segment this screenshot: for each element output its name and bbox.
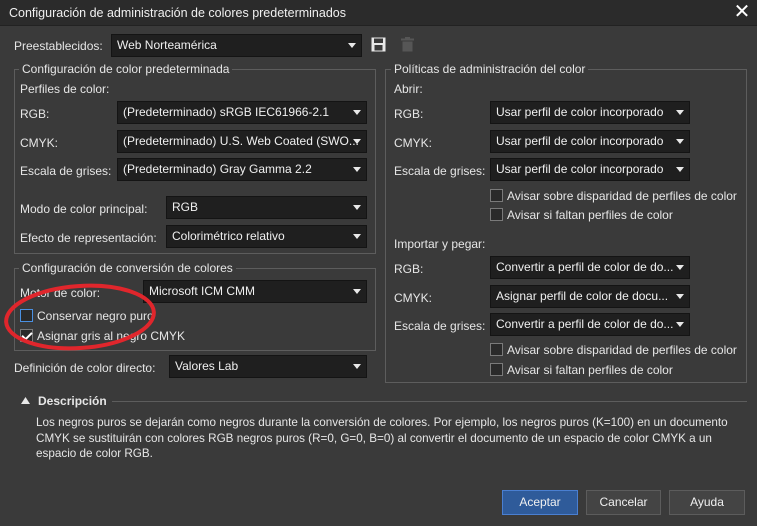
cmyk-profile-dropdown[interactable]: (Predeterminado) U.S. Web Coated (SWO... xyxy=(117,130,367,153)
default-color-group-title: Configuración de color predeterminada xyxy=(19,62,233,76)
chevron-down-icon xyxy=(676,294,684,299)
grayscale-profile-dropdown[interactable]: (Predeterminado) Gray Gamma 2.2 xyxy=(117,158,367,181)
chevron-down-icon xyxy=(353,234,361,239)
open-grayscale-label: Escala de grises: xyxy=(394,164,486,178)
primary-color-mode-dropdown[interactable]: RGB xyxy=(166,196,367,219)
open-section-label: Abrir: xyxy=(394,82,423,96)
description-title: Descripción xyxy=(38,394,107,408)
rendering-intent-dropdown[interactable]: Colorimétrico relativo xyxy=(166,225,367,248)
import-grayscale-value: Convertir a perfil de color de do... xyxy=(496,317,674,331)
trash-icon xyxy=(401,37,414,52)
annotation-circle xyxy=(4,283,156,351)
window-title: Configuración de administración de color… xyxy=(9,6,346,20)
presets-label: Preestablecidos: xyxy=(14,39,103,53)
open-warn-mismatch-label: Avisar sobre disparidad de perfiles de c… xyxy=(507,189,737,203)
import-section-label: Importar y pegar: xyxy=(394,237,486,251)
open-warn-mismatch-checkbox[interactable] xyxy=(490,189,503,202)
direct-color-value: Valores Lab xyxy=(175,359,239,373)
cmyk-label: CMYK: xyxy=(20,136,59,150)
color-profiles-label: Perfiles de color: xyxy=(20,82,110,96)
import-cmyk-label: CMYK: xyxy=(394,291,433,305)
rgb-profile-dropdown[interactable]: (Predeterminado) sRGB IEC61966-2.1 xyxy=(117,101,367,124)
chevron-down-icon xyxy=(676,139,684,144)
presets-dropdown[interactable]: Web Norteamérica xyxy=(111,34,362,57)
chevron-down-icon xyxy=(676,265,684,270)
import-cmyk-value: Asignar perfil de color de docu... xyxy=(496,289,669,303)
import-grayscale-label: Escala de grises: xyxy=(394,319,486,333)
chevron-down-icon xyxy=(676,322,684,327)
open-grayscale-dropdown[interactable]: Usar perfil de color incorporado xyxy=(490,158,690,181)
cancel-button[interactable]: Cancelar xyxy=(586,490,661,515)
open-cmyk-value: Usar perfil de color incorporado xyxy=(496,134,664,148)
close-icon[interactable]: ✕ xyxy=(731,1,753,23)
description-text: Los negros puros se dejarán como negros … xyxy=(36,416,728,460)
conversion-group-title: Configuración de conversión de colores xyxy=(19,261,236,275)
policies-group-title: Políticas de administración del color xyxy=(391,62,589,76)
rgb-profile-value: (Predeterminado) sRGB IEC61966-2.1 xyxy=(123,105,330,119)
collapse-triangle-icon[interactable] xyxy=(21,397,30,404)
import-rgb-dropdown[interactable]: Convertir a perfil de color de do... xyxy=(490,256,690,279)
description-divider xyxy=(112,401,747,402)
rendering-intent-label: Efecto de representación: xyxy=(20,231,157,245)
import-grayscale-dropdown[interactable]: Convertir a perfil de color de do... xyxy=(490,313,690,336)
grayscale-profile-value: (Predeterminado) Gray Gamma 2.2 xyxy=(123,162,312,176)
open-grayscale-value: Usar perfil de color incorporado xyxy=(496,162,664,176)
rendering-intent-value: Colorimétrico relativo xyxy=(172,229,285,243)
direct-color-label: Definición de color directo: xyxy=(14,361,156,375)
presets-value: Web Norteamérica xyxy=(117,38,217,52)
open-rgb-value: Usar perfil de color incorporado xyxy=(496,105,664,119)
open-cmyk-dropdown[interactable]: Usar perfil de color incorporado xyxy=(490,130,690,153)
chevron-down-icon xyxy=(353,139,361,144)
primary-color-mode-value: RGB xyxy=(172,200,199,214)
import-warn-missing-label: Avisar si faltan perfiles de color xyxy=(507,363,673,377)
rgb-label: RGB: xyxy=(20,107,50,121)
title-bar: Configuración de administración de color… xyxy=(0,0,757,26)
cmyk-profile-value: (Predeterminado) U.S. Web Coated (SWO... xyxy=(123,134,359,148)
chevron-down-icon xyxy=(353,364,361,369)
help-button[interactable]: Ayuda xyxy=(669,490,745,515)
direct-color-dropdown[interactable]: Valores Lab xyxy=(169,355,367,378)
import-rgb-value: Convertir a perfil de color de do... xyxy=(496,260,674,274)
grayscale-label: Escala de grises: xyxy=(20,164,112,178)
chevron-down-icon xyxy=(353,289,361,294)
chevron-down-icon xyxy=(348,43,356,48)
open-rgb-dropdown[interactable]: Usar perfil de color incorporado xyxy=(490,101,690,124)
open-cmyk-label: CMYK: xyxy=(394,136,433,150)
open-rgb-label: RGB: xyxy=(394,107,424,121)
chevron-down-icon xyxy=(353,167,361,172)
ok-button[interactable]: Aceptar xyxy=(502,490,578,515)
chevron-down-icon xyxy=(353,205,361,210)
chevron-down-icon xyxy=(676,167,684,172)
chevron-down-icon xyxy=(676,110,684,115)
color-engine-value: Microsoft ICM CMM xyxy=(149,284,255,298)
save-icon[interactable] xyxy=(371,37,386,52)
open-warn-missing-label: Avisar si faltan perfiles de color xyxy=(507,208,673,222)
open-warn-missing-checkbox[interactable] xyxy=(490,208,503,221)
color-engine-dropdown[interactable]: Microsoft ICM CMM xyxy=(143,280,367,303)
primary-color-mode-label: Modo de color principal: xyxy=(20,202,148,216)
import-warn-mismatch-checkbox[interactable] xyxy=(490,343,503,356)
import-cmyk-dropdown[interactable]: Asignar perfil de color de docu... xyxy=(490,285,690,308)
chevron-down-icon xyxy=(353,110,361,115)
import-rgb-label: RGB: xyxy=(394,262,424,276)
import-warn-mismatch-label: Avisar sobre disparidad de perfiles de c… xyxy=(507,343,737,357)
import-warn-missing-checkbox[interactable] xyxy=(490,363,503,376)
